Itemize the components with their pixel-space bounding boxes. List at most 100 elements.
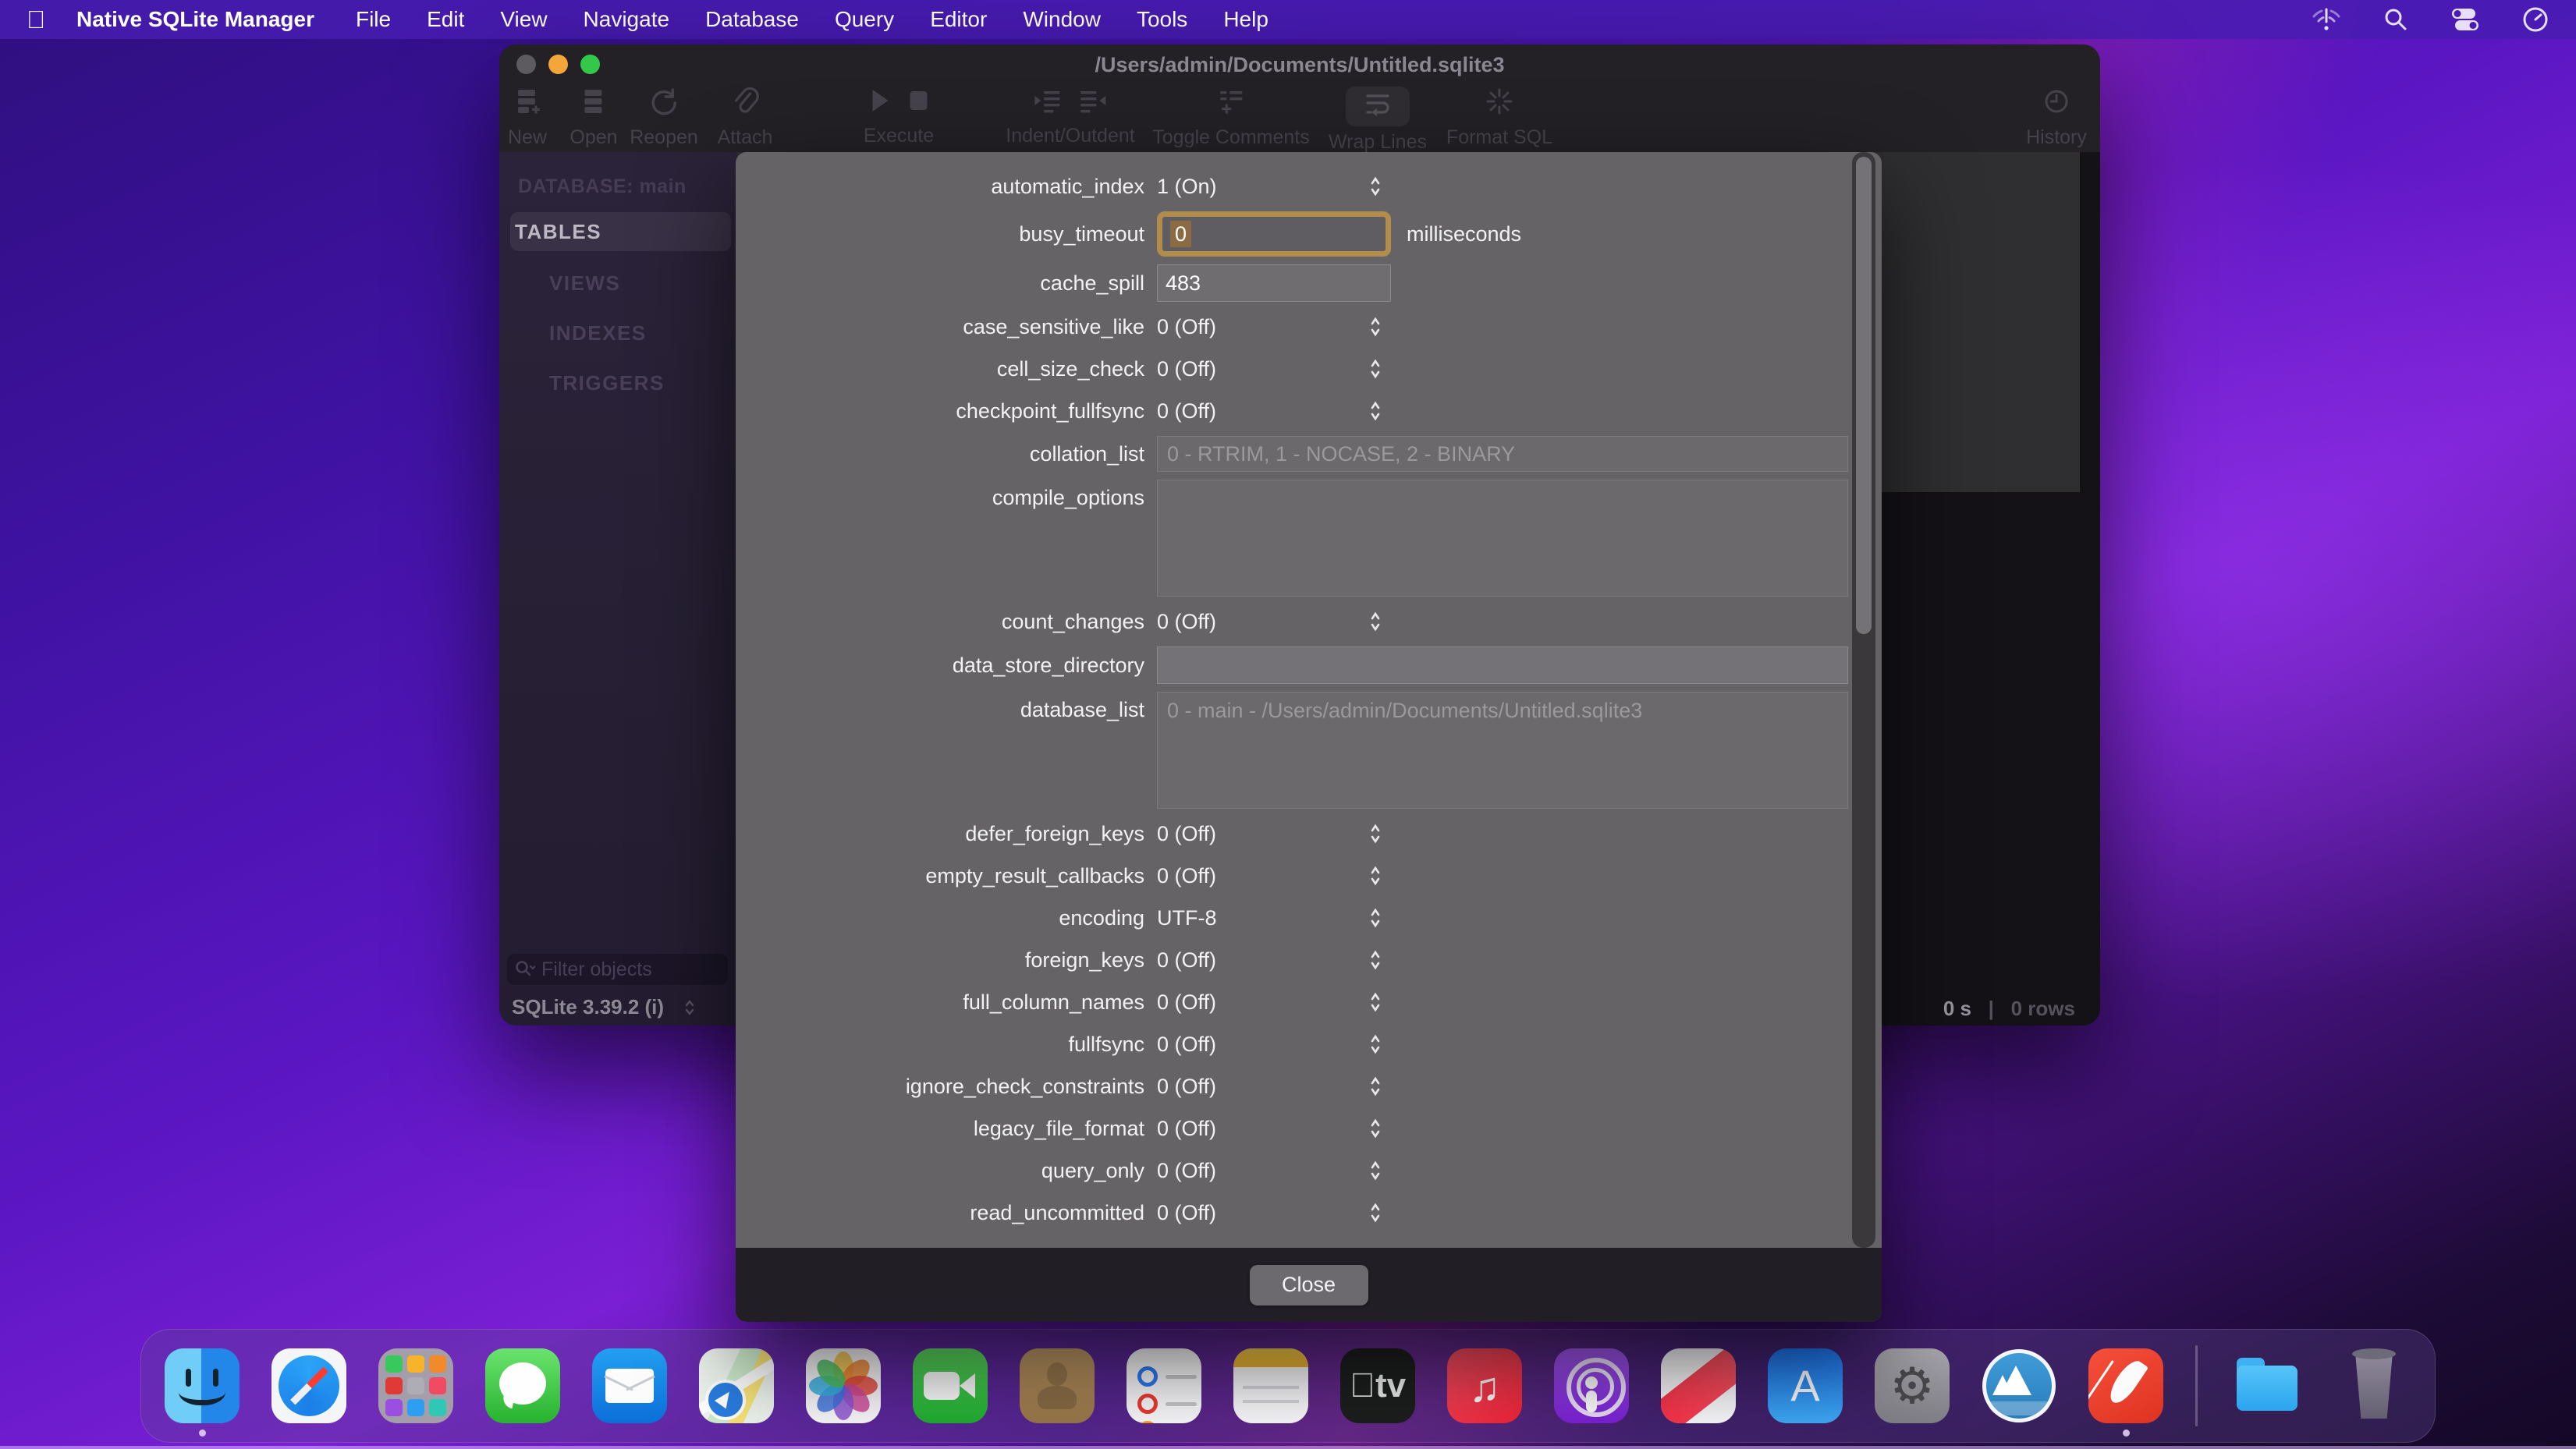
pragma-row: read_uncommitted 0 (Off) [736,1196,1882,1230]
cell-size-check-popup[interactable]: 0 (Off) [1157,352,1399,386]
menu-file[interactable]: File [338,0,409,39]
stepper-icon [1371,1118,1380,1139]
dock-app-store-icon[interactable]: A [1768,1348,1843,1423]
running-indicator [199,1430,206,1437]
read-uncommitted-popup[interactable]: 0 (Off) [1157,1196,1399,1230]
ignore-check-constraints-popup[interactable]: 0 (Off) [1157,1069,1399,1104]
open-icon [584,90,601,113]
menu-window[interactable]: Window [1005,0,1119,39]
spotlight-search-icon[interactable] [2383,6,2409,33]
compile-options-field[interactable] [1157,480,1848,597]
dock-maps-icon[interactable] [699,1348,774,1423]
wrap-lines-button[interactable]: Wrap Lines [1329,87,1427,154]
open-button[interactable]: Open [569,87,618,149]
pragma-row: empty_result_callbacks 0 (Off) [736,859,1882,893]
app-menu-title[interactable]: Native SQLite Manager [76,7,314,32]
legacy-file-format-popup[interactable]: 0 (Off) [1157,1111,1399,1146]
dock-system-settings-icon[interactable]: ⚙ [1875,1348,1950,1423]
toggle-comments-button[interactable]: Toggle Comments [1152,87,1310,149]
dock-finder-icon[interactable] [165,1348,240,1437]
cache-spill-field[interactable]: 483 [1157,264,1391,302]
menu-navigate[interactable]: Navigate [566,0,688,39]
dialog-footer: Close [736,1248,1882,1322]
pragma-label: compile_options [992,486,1144,509]
full-column-names-popup[interactable]: 0 (Off) [1157,985,1399,1019]
sidebar-item-triggers[interactable]: TRIGGERS [510,365,731,401]
menu-view[interactable]: View [482,0,565,39]
wifi-alert-icon[interactable] [2311,6,2342,33]
menu-tools[interactable]: Tools [1119,0,1205,39]
new-document-icon [517,90,540,114]
paperclip-icon [735,87,760,113]
filter-objects-input[interactable]: Filter objects [507,954,728,985]
count-changes-popup[interactable]: 0 (Off) [1157,604,1399,639]
dock-native-sqlite-manager-icon[interactable] [2088,1348,2163,1437]
foreign-keys-popup[interactable]: 0 (Off) [1157,943,1399,977]
stepper-icon [1371,611,1380,632]
version-stepper-icon[interactable] [684,998,695,1017]
pragma-row: ignore_check_constraints 0 (Off) [736,1069,1882,1104]
dock-mountain-app-icon[interactable] [1982,1348,2056,1423]
dock-apple-tv-icon[interactable]: tv [1340,1348,1415,1423]
automatic-index-popup[interactable]: 1 (On) [1157,169,1399,204]
dock-downloads-folder-icon[interactable] [2230,1348,2305,1423]
new-button[interactable]: New [508,87,547,149]
dock-divider [2195,1345,2198,1426]
running-indicator [2123,1430,2130,1437]
dock-messages-icon[interactable] [485,1348,560,1423]
encoding-popup[interactable]: UTF-8 [1157,901,1399,935]
stepper-icon [1371,1203,1380,1223]
dock-music-icon[interactable]: ♫ [1447,1348,1522,1423]
dock-podcasts-icon[interactable] [1554,1348,1629,1423]
dock-safari-icon[interactable] [271,1348,346,1423]
menu-query[interactable]: Query [817,0,912,39]
menu-database[interactable]: Database [687,0,817,39]
pragma-label: checkpoint_fullfsync [956,399,1144,423]
sidebar-item-views[interactable]: VIEWS [510,265,731,301]
dock-mail-icon[interactable] [592,1348,667,1423]
dock-launchpad-icon[interactable] [378,1348,453,1423]
pragma-label: case_sensitive_like [963,314,1144,338]
indent-outdent-button[interactable]: Indent/Outdent [1006,87,1135,147]
fullfsync-popup[interactable]: 0 (Off) [1157,1027,1399,1061]
menu-help[interactable]: Help [1205,0,1286,39]
menu-editor[interactable]: Editor [912,0,1005,39]
apple-menu-icon[interactable]:  [27,0,45,39]
busy-timeout-field[interactable]: 0 [1157,211,1391,257]
pragma-label: full_column_names [963,990,1144,1014]
close-button[interactable]: Close [1249,1264,1368,1306]
control-center-icon[interactable] [2450,6,2481,33]
empty-result-callbacks-popup[interactable]: 0 (Off) [1157,859,1399,893]
pragma-label: database_list [1020,698,1144,721]
reopen-button[interactable]: Reopen [630,87,698,149]
menu-edit[interactable]: Edit [409,0,482,39]
dock-contacts-icon[interactable] [1020,1348,1095,1423]
query-only-popup[interactable]: 0 (Off) [1157,1153,1399,1188]
dock-reminders-icon[interactable] [1127,1348,1201,1423]
dock-news-icon[interactable] [1661,1348,1736,1423]
checkpoint-fullfsync-popup[interactable]: 0 (Off) [1157,394,1399,428]
dock-trash-icon[interactable] [2336,1348,2411,1423]
pragma-label: query_only [1041,1158,1144,1182]
pragma-label: fullfsync [1068,1032,1144,1056]
dock-photos-icon[interactable] [806,1348,881,1423]
execute-button[interactable]: Execute [864,87,935,147]
pragma-row: collation_list 0 - RTRIM, 1 - NOCASE, 2 … [736,436,1882,472]
sidebar-item-indexes[interactable]: INDEXES [510,315,731,351]
format-sql-button[interactable]: Format SQL [1446,87,1552,149]
history-button[interactable]: History [2026,87,2087,149]
pragma-label: ignore_check_constraints [905,1074,1144,1098]
dock-notes-icon[interactable] [1233,1348,1308,1423]
indent-icon [1034,91,1060,113]
defer-foreign-keys-popup[interactable]: 0 (Off) [1157,817,1399,851]
attach-button[interactable]: Attach [718,87,772,149]
window-title: /Users/admin/Documents/Untitled.sqlite3 [1095,53,1505,76]
stop-icon [910,91,928,110]
case-sensitive-like-popup[interactable]: 0 (Off) [1157,310,1399,344]
pragma-list: automatic_index 1 (On) busy_timeout 0 mi… [736,152,1882,1248]
sidebar-item-tables[interactable]: TABLES [510,212,731,251]
clock-icon[interactable] [2521,5,2549,34]
data-store-directory-field[interactable] [1157,647,1848,684]
dock-facetime-icon[interactable] [913,1348,988,1423]
dialog-scrollbar-thumb[interactable] [1856,157,1872,634]
